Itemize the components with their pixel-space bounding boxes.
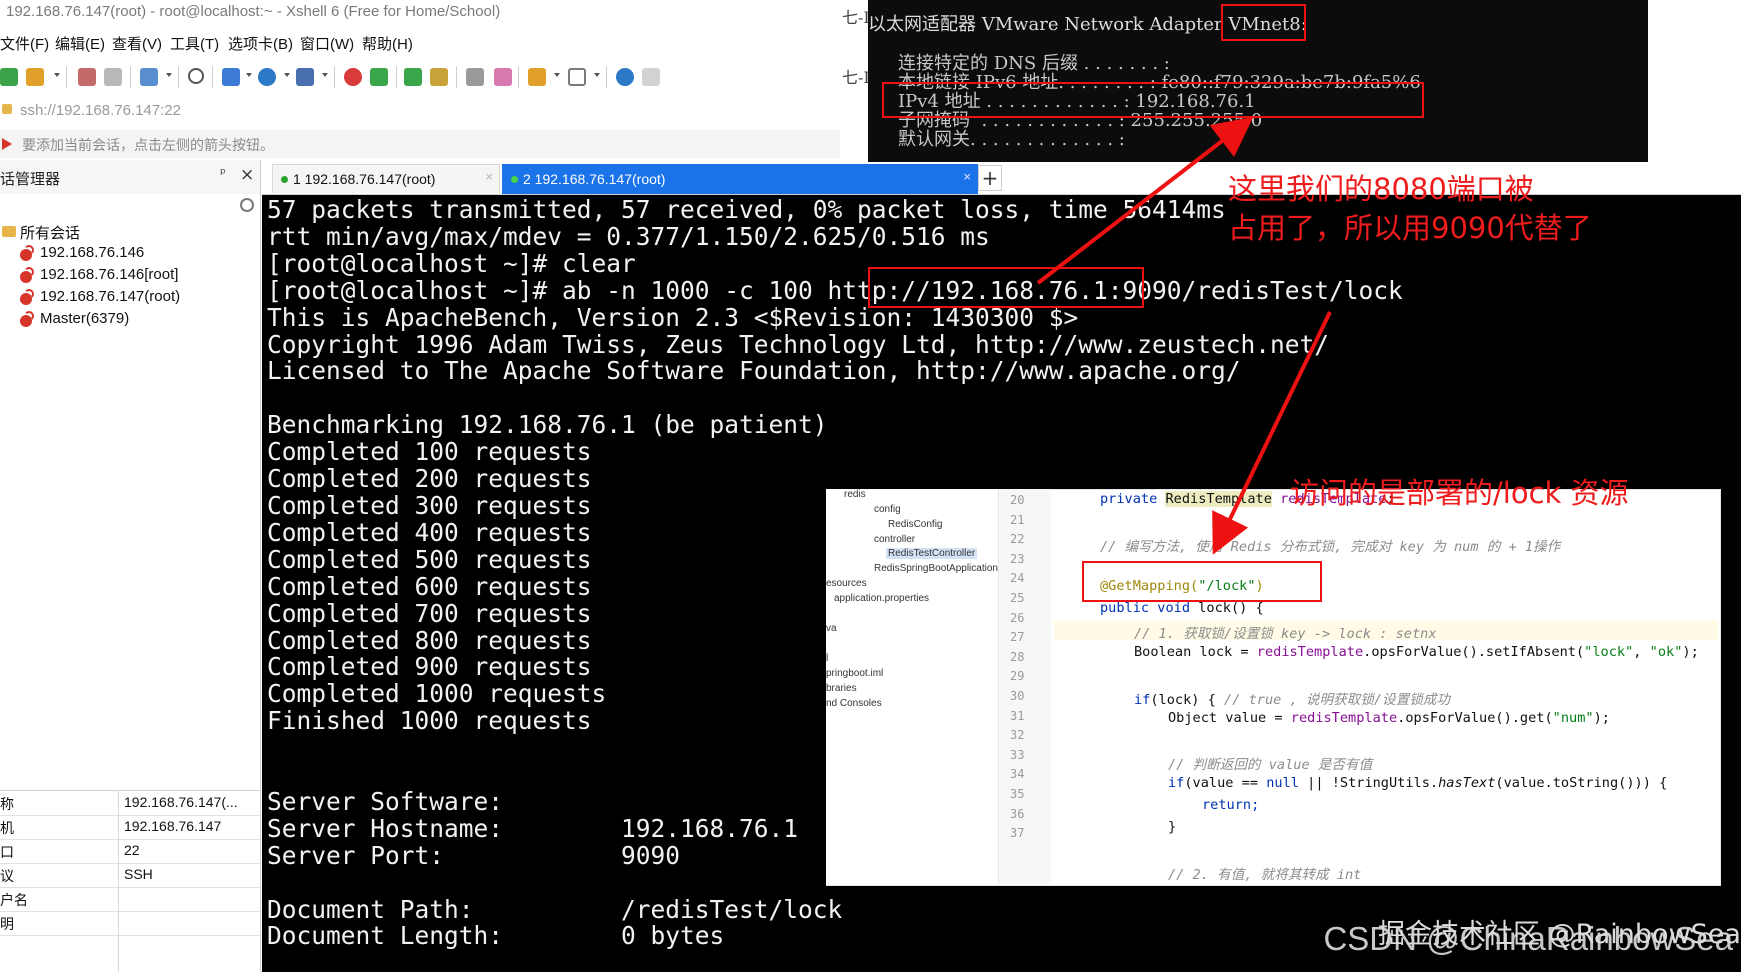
annotation-resource: 访问的是部署的/lock 资源 bbox=[1290, 476, 1629, 510]
arrow-to-ipv4 bbox=[1036, 116, 1254, 285]
annotation-port-line1: 这里我们的8080端口被 bbox=[1228, 172, 1534, 206]
watermark-overlay: 掘金技术社区 @RainbowSea bbox=[1378, 919, 1741, 950]
annotation-port-line2: 占用了，所以用9090代替了 bbox=[1228, 211, 1592, 245]
